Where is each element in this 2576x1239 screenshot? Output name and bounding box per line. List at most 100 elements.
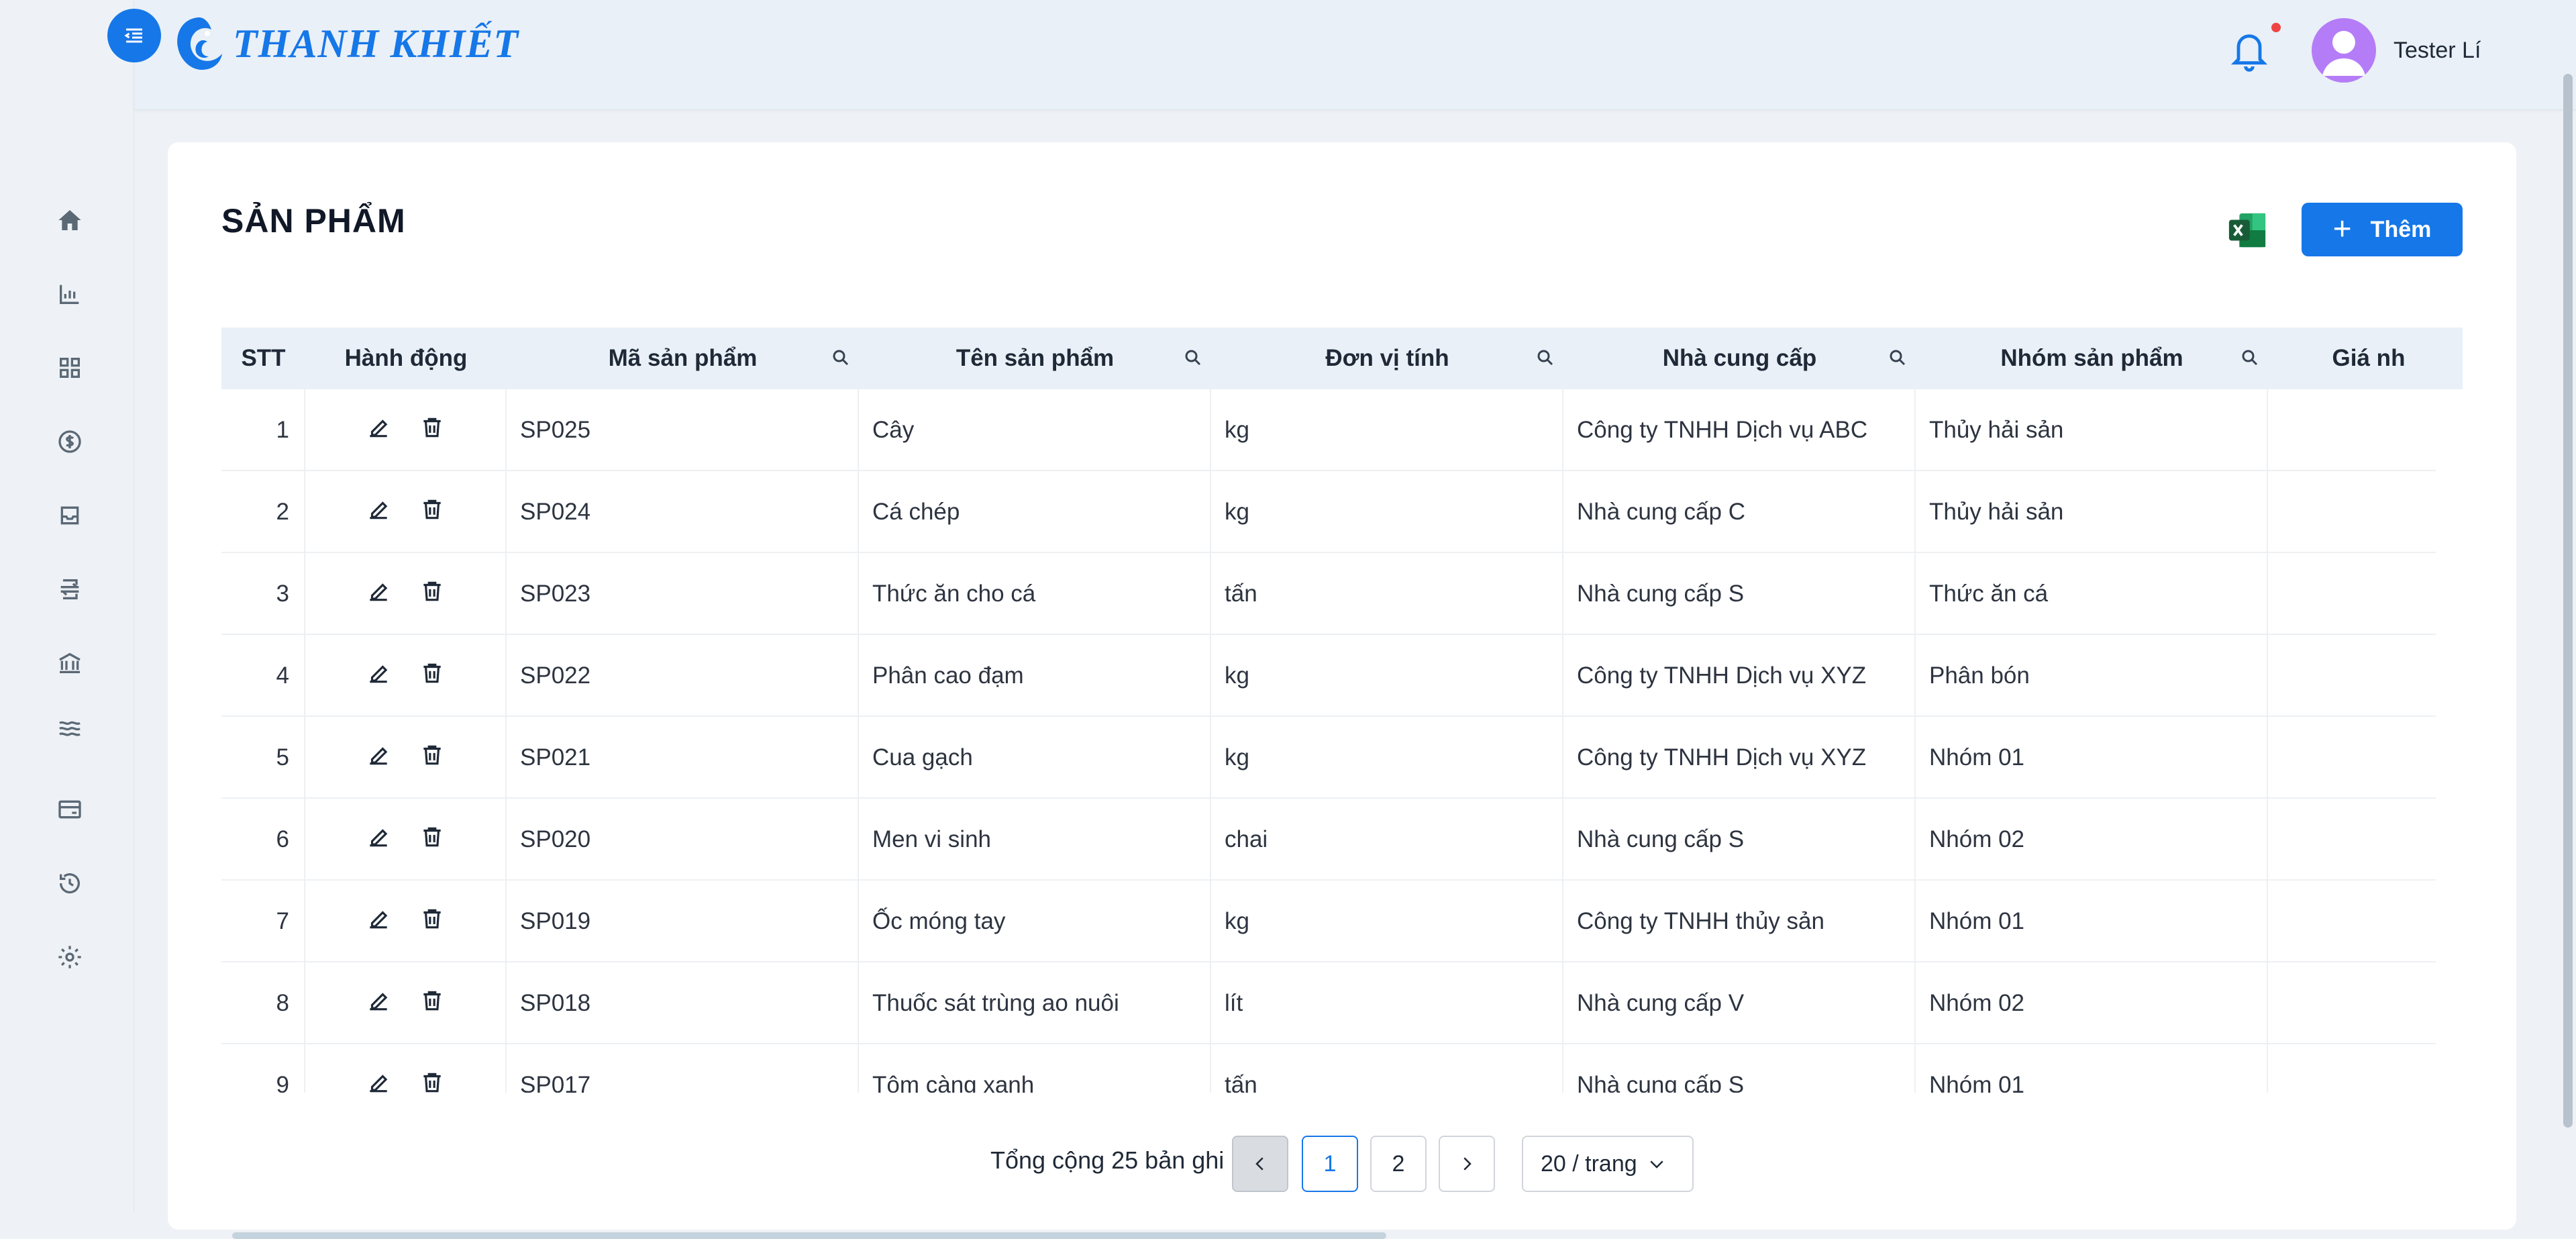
table-horizontal-scrollbar[interactable] <box>232 1232 1386 1239</box>
edit-icon[interactable] <box>366 824 391 856</box>
bank-icon[interactable] <box>54 647 86 679</box>
cell-price <box>2268 717 2463 799</box>
page-scrollbar[interactable] <box>2563 74 2573 1128</box>
cell-group: Phân bón <box>1916 635 2268 717</box>
next-page-button[interactable] <box>1439 1136 1495 1192</box>
edit-icon[interactable] <box>366 579 391 610</box>
cell-stt: 7 <box>221 881 305 962</box>
cell-supplier: Nhà cung cấp C <box>1563 471 1916 553</box>
cell-unit: kg <box>1211 717 1563 799</box>
cell-supplier: Nhà cung cấp V <box>1563 962 1916 1044</box>
column-header-actions: Hành động <box>344 345 468 371</box>
add-button[interactable]: + Thêm <box>2302 203 2463 256</box>
cell-price <box>2268 962 2463 1044</box>
cell-supplier: Công ty TNHH Dịch vụ ABC <box>1563 389 1916 471</box>
cell-actions <box>305 1044 507 1093</box>
table-row[interactable]: 4 SP022 Phân cao đạm kg Công ty TNHH Dịch vụ… <box>221 635 2436 717</box>
user-icon <box>2322 31 2365 76</box>
cell-group: Thức ăn cá <box>1916 553 2268 635</box>
cell-price <box>2268 471 2463 553</box>
search-icon[interactable] <box>1183 348 1203 368</box>
search-icon[interactable] <box>831 348 851 368</box>
search-icon[interactable] <box>1535 348 1555 368</box>
delete-icon[interactable] <box>419 988 445 1020</box>
cell-stt: 8 <box>221 962 305 1044</box>
cell-price <box>2268 389 2463 471</box>
cell-supplier: Nhà cung cấp S <box>1563 553 1916 635</box>
delete-icon[interactable] <box>419 579 445 610</box>
edit-icon[interactable] <box>366 660 391 692</box>
dollar-icon[interactable] <box>54 426 86 458</box>
edit-icon[interactable] <box>366 906 391 938</box>
grid-icon[interactable] <box>54 352 86 384</box>
table-row[interactable]: 3 SP023 Thức ăn cho cá tấn Nhà cung cấp S Thứ… <box>221 553 2436 635</box>
table-row[interactable]: 1 SP025 Cây kg Công ty TNHH Dịch vụ ABC Thủy … <box>221 389 2436 471</box>
page-2-button[interactable]: 2 <box>1370 1136 1427 1192</box>
notification-bell-icon[interactable] <box>2228 27 2271 74</box>
total-records: Tổng cộng 25 bản ghi <box>990 1146 1225 1174</box>
column-header-code: Mã sản phẩm <box>507 328 859 389</box>
table-row[interactable]: 8 SP018 Thuốc sát trùng ao nuôi lít Nhà cung… <box>221 962 2436 1044</box>
table-header: STT Hành động Mã sản phẩm Tên sản phẩm Đ… <box>221 328 2463 389</box>
cell-supplier: Công ty TNHH thủy sản <box>1563 881 1916 962</box>
prev-page-button[interactable] <box>1232 1136 1288 1192</box>
edit-icon[interactable] <box>366 742 391 774</box>
delete-icon[interactable] <box>419 1070 445 1093</box>
cell-price <box>2268 1044 2463 1093</box>
product-table: STT Hành động Mã sản phẩm Tên sản phẩm Đ… <box>221 328 2463 1093</box>
cell-group: Nhóm 02 <box>1916 962 2268 1044</box>
table-row[interactable]: 5 SP021 Cua gạch kg Công ty TNHH Dịch vụ XYZ… <box>221 717 2436 799</box>
edit-icon[interactable] <box>366 415 391 446</box>
cell-code: SP023 <box>507 553 859 635</box>
delete-icon[interactable] <box>419 660 445 692</box>
cell-actions <box>305 717 507 799</box>
table-row[interactable]: 7 SP019 Ốc móng tay kg Công ty TNHH thủy sản… <box>221 881 2436 962</box>
delete-icon[interactable] <box>419 415 445 446</box>
chevron-down-icon <box>1650 1160 1663 1169</box>
menu-icon <box>124 28 142 43</box>
table-row[interactable]: 9 SP017 Tôm càng xanh tấn Nhà cung cấp S Nhóm… <box>221 1044 2436 1093</box>
table-row[interactable]: 2 SP024 Cá chép kg Nhà cung cấp C Thủy hải sả… <box>221 471 2436 553</box>
page-size-select[interactable]: 20 / trang <box>1522 1136 1694 1192</box>
search-icon[interactable] <box>2240 348 2260 368</box>
page-1-button[interactable]: 1 <box>1302 1136 1358 1192</box>
cell-actions <box>305 881 507 962</box>
edit-icon[interactable] <box>366 497 391 528</box>
cell-name: Thuốc sát trùng ao nuôi <box>859 962 1211 1044</box>
card-icon[interactable] <box>54 793 86 826</box>
cell-stt: 1 <box>221 389 305 471</box>
history-icon[interactable] <box>54 867 86 899</box>
search-icon[interactable] <box>1888 348 1908 368</box>
cell-stt: 5 <box>221 717 305 799</box>
inbox-icon[interactable] <box>54 499 86 532</box>
delete-icon[interactable] <box>419 742 445 774</box>
menu-toggle-button[interactable] <box>107 9 161 62</box>
column-header-unit: Đơn vị tính <box>1211 328 1563 389</box>
cell-code: SP021 <box>507 717 859 799</box>
table-row[interactable]: 6 SP020 Men vi sinh chai Nhà cung cấp S Nhóm … <box>221 799 2436 881</box>
cell-group: Nhóm 01 <box>1916 1044 2268 1093</box>
transfer-icon[interactable] <box>54 573 86 605</box>
chevron-left-icon <box>1255 1157 1264 1171</box>
cell-supplier: Nhà cung cấp S <box>1563 799 1916 881</box>
delete-icon[interactable] <box>419 906 445 938</box>
home-icon[interactable] <box>54 204 86 236</box>
excel-export-icon[interactable] <box>2226 209 2268 251</box>
user-name[interactable]: Tester Lí <box>2393 38 2481 64</box>
delete-icon[interactable] <box>419 824 445 856</box>
cell-actions <box>305 553 507 635</box>
avatar[interactable] <box>2312 18 2376 83</box>
sidebar <box>0 0 134 1213</box>
cell-unit: tấn <box>1211 553 1563 635</box>
cell-group: Nhóm 01 <box>1916 717 2268 799</box>
delete-icon[interactable] <box>419 497 445 528</box>
edit-icon[interactable] <box>366 1070 391 1093</box>
cell-actions <box>305 799 507 881</box>
cell-stt: 6 <box>221 799 305 881</box>
settings-icon[interactable] <box>54 941 86 973</box>
bar-chart-icon[interactable] <box>54 278 86 310</box>
cell-stt: 9 <box>221 1044 305 1093</box>
waves-icon[interactable] <box>54 711 86 744</box>
cell-actions <box>305 471 507 553</box>
edit-icon[interactable] <box>366 988 391 1020</box>
